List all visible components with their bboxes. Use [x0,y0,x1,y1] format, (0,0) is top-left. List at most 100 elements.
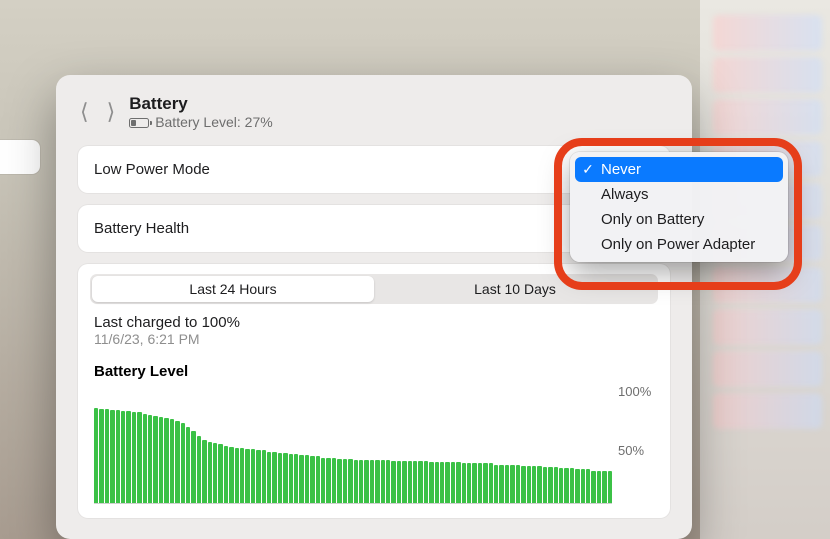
chart-bar [153,416,157,503]
chart-bar [213,443,217,503]
chart-bar [532,466,536,503]
chart-bar [462,463,466,502]
battery-level-chart [94,384,612,504]
chart-bar [316,456,320,502]
chart-bar [137,412,141,502]
chart-bar [218,444,222,502]
popup-option-always[interactable]: ✓Always [575,182,783,207]
chart-bar [164,418,168,502]
chart-bar [159,417,163,503]
chart-title: Battery Level [78,353,670,384]
chart-bar [510,465,514,503]
chart-bar [272,452,276,503]
chart-bar [186,427,190,503]
chart-bar [197,436,201,503]
tab-last-10-days[interactable]: Last 10 Days [374,276,656,302]
y-axis-100: 100% [618,384,660,399]
chart-bar [537,466,541,503]
chart-bar [354,460,358,503]
chart-bar [543,467,547,503]
chart-bar [99,409,103,503]
tab-last-24-hours[interactable]: Last 24 Hours [92,276,374,302]
chart-bar [283,453,287,503]
chart-bar [489,463,493,502]
chart-bar [235,448,239,503]
chart-bar [321,458,325,503]
chart-bar [521,466,525,503]
chart-bar [413,461,417,503]
chart-bar [586,469,590,502]
chart-bar [424,461,428,503]
low-power-mode-popup: ✓ Never ✓Always✓Only on Battery✓Only on Po… [570,152,788,262]
chart-bar [370,460,374,503]
chart-bar [181,423,185,503]
nav-forward-button[interactable]: ⟩ [107,101,116,123]
chart-bar [332,458,336,503]
chart-bar [105,409,109,503]
chart-bar [451,462,455,502]
chart-bar [326,458,330,503]
chart-bar [483,463,487,502]
chart-bar [251,449,255,503]
nav-back-button[interactable]: ⟨ [80,101,89,123]
chart-bar [305,455,309,503]
y-axis-50: 50% [618,443,660,458]
chart-bar [591,471,595,503]
chart-bar [499,465,503,503]
popup-option-only-on-power-adapter[interactable]: ✓Only on Power Adapter [575,232,783,257]
chart-bar [478,463,482,502]
chart-bar [278,453,282,503]
low-power-mode-label: Low Power Mode [94,161,210,178]
chart-bar [343,459,347,503]
chart-bar [143,414,147,503]
chart-bar [262,450,266,502]
chart-bar [570,468,574,503]
chart-bar [435,462,439,502]
battery-health-label: Battery Health [94,220,189,237]
chart-bar [391,461,395,503]
chart-bar [310,456,314,502]
chart-bar [445,462,449,502]
chart-bar [402,461,406,503]
chart-bar [581,469,585,502]
chart-bar [456,462,460,502]
popup-option-label: Never [601,161,641,178]
popup-option-never[interactable]: ✓ Never [575,157,783,182]
popup-option-label: Always [601,186,649,203]
chart-bar [472,463,476,502]
chart-bar [191,431,195,502]
chart-bar [267,452,271,503]
chart-bar [527,466,531,503]
chart-bar [408,461,412,503]
last-charged-title: Last charged to 100% [94,314,654,331]
chart-bar [132,412,136,502]
popup-option-only-on-battery[interactable]: ✓Only on Battery [575,207,783,232]
chart-bar [299,455,303,503]
page-title: Battery [129,93,273,114]
battery-settings-window: ⟨ ⟩ Battery Battery Level: 27% Low Power… [56,75,692,539]
chart-bar [175,421,179,503]
chart-bar [229,447,233,503]
chart-bar [289,454,293,503]
chart-bar [559,468,563,503]
chart-bar [467,463,471,502]
chart-bar [386,460,390,503]
last-charged-time: 11/6/23, 6:21 PM [94,331,654,347]
chart-bar [126,411,130,503]
chart-bar [397,461,401,503]
check-icon: ✓ [581,161,595,178]
popup-option-label: Only on Power Adapter [601,236,755,253]
battery-usage-card: Last 24 Hours Last 10 Days Last charged … [78,264,670,518]
chart-bar [597,471,601,503]
chart-bar [94,408,98,503]
sidebar-edge [0,140,40,174]
chart-bar [375,460,379,503]
chart-bar [256,450,260,502]
chart-bar [440,462,444,502]
chart-bar [224,446,228,503]
chart-bar [516,465,520,503]
chart-bar [245,449,249,503]
chart-bar [337,459,341,503]
chart-bar [121,411,125,503]
battery-level-text: Battery Level: 27% [155,114,273,132]
